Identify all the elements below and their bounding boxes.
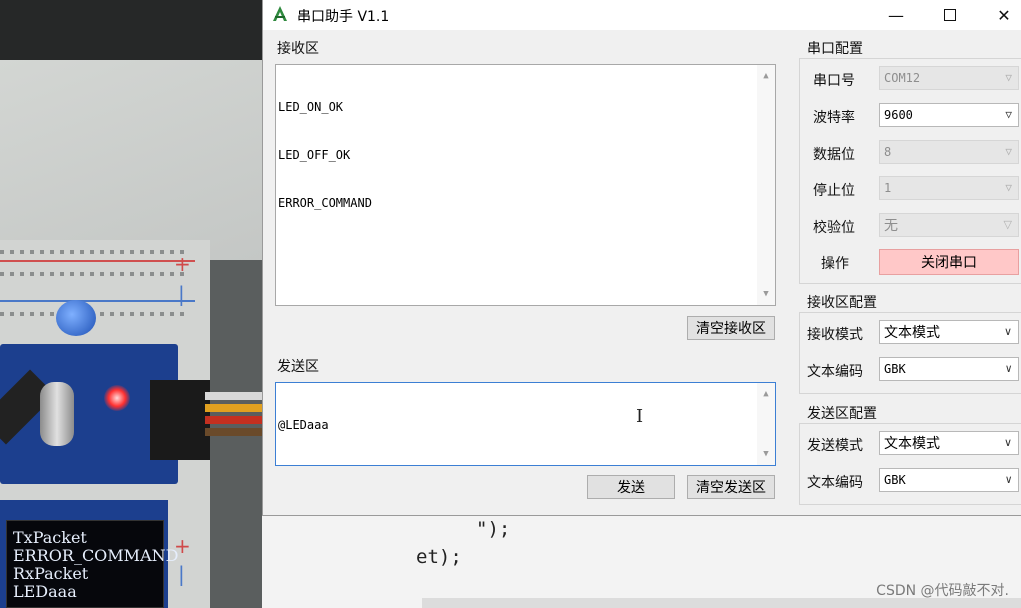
chevron-down-icon: ▽ (1005, 108, 1012, 121)
wire (205, 416, 262, 424)
send-mode-label: 发送模式 (807, 438, 863, 454)
chevron-down-icon: ∨ (1005, 362, 1012, 375)
receive-encoding-label: 文本编码 (807, 364, 863, 380)
parity-select[interactable]: 无 ▽ (879, 213, 1019, 237)
receive-config-label: 接收区配置 (807, 295, 877, 311)
send-mode-select[interactable]: 文本模式 ∨ (879, 431, 1019, 455)
photo-wall (0, 60, 262, 260)
oled-display: TxPacket ERROR_COMMAND RxPacket LEDaaa (6, 520, 179, 608)
clear-receive-button[interactable]: 清空接收区 (687, 316, 775, 340)
plus-mark-icon: + (174, 252, 191, 276)
wire (205, 404, 262, 412)
receive-encoding-select[interactable]: GBK ∨ (879, 357, 1019, 381)
minus-mark-icon: | (178, 562, 185, 586)
baud-select[interactable]: 9600 ▽ (879, 103, 1019, 127)
minimize-icon: — (888, 5, 904, 25)
chevron-down-icon: ▽ (1003, 218, 1012, 231)
serial-assistant-window: 串口助手 V1.1 — ✕ 接收区 LED_ON_OK LED_OFF_OK E… (262, 0, 1021, 516)
breadboard-blue-line (0, 300, 195, 302)
maximize-icon (944, 9, 956, 21)
parity-label: 校验位 (813, 220, 855, 236)
baud-label: 波特率 (813, 110, 855, 126)
receive-line: ERROR_COMMAND (278, 196, 372, 210)
port-value: COM12 (884, 71, 921, 85)
chevron-down-icon: ▽ (1005, 181, 1012, 194)
receive-mode-select[interactable]: 文本模式 ∨ (879, 320, 1019, 344)
databits-value: 8 (884, 145, 892, 159)
baud-value: 9600 (884, 108, 913, 122)
close-button[interactable]: ✕ (981, 0, 1021, 30)
code-line: et); (416, 546, 462, 568)
clear-send-button[interactable]: 清空发送区 (687, 475, 775, 499)
chevron-down-icon[interactable]: ▼ (757, 445, 775, 463)
send-button[interactable]: 发送 (587, 475, 675, 499)
red-led-glow (104, 385, 130, 411)
chevron-up-icon[interactable]: ▲ (757, 67, 775, 85)
chevron-down-icon[interactable]: ▼ (757, 285, 775, 303)
chevron-up-icon[interactable]: ▲ (757, 385, 775, 403)
stopbits-select[interactable]: 1 ▽ (879, 176, 1019, 200)
wire (205, 392, 262, 400)
databits-label: 数据位 (813, 147, 855, 163)
databits-select[interactable]: 8 ▽ (879, 140, 1019, 164)
send-mode-value: 文本模式 (884, 436, 940, 452)
send-encoding-select[interactable]: GBK ∨ (879, 468, 1019, 492)
send-textbox[interactable]: @LEDaaa | ▲ ▼ (275, 382, 776, 466)
oled-line: LEDaaa (13, 582, 77, 601)
chevron-down-icon: ▽ (1005, 71, 1012, 84)
oled-line: TxPacket (13, 528, 87, 547)
stopbits-value: 1 (884, 181, 892, 195)
oled-line: ERROR_COMMAND (13, 546, 179, 565)
blue-led (56, 300, 96, 336)
code-line: "); (476, 518, 511, 540)
title-bar[interactable]: 串口助手 V1.1 — ✕ (263, 0, 1021, 30)
green-a-logo-icon (273, 6, 287, 21)
wire (205, 428, 262, 436)
close-port-button[interactable]: 关闭串口 (879, 249, 1019, 275)
receive-line: LED_ON_OK (278, 100, 344, 114)
maximize-button[interactable] (927, 0, 973, 30)
breadboard-red-line (0, 260, 195, 262)
stopbits-label: 停止位 (813, 183, 855, 199)
window-title: 串口助手 V1.1 (297, 9, 390, 25)
oled-line: RxPacket (13, 564, 89, 583)
receive-textbox[interactable]: LED_ON_OK LED_OFF_OK ERROR_COMMAND ▲ ▼ (275, 64, 776, 306)
receive-line: LED_OFF_OK (278, 148, 351, 162)
ibeam-cursor-icon: I (636, 406, 644, 427)
chevron-down-icon: ∨ (1003, 436, 1012, 449)
background-photo: + | + | TxPacket ERROR_COMMAND RxPacket … (0, 0, 262, 608)
watermark: CSDN @代码敲不对. (876, 583, 1009, 599)
send-scrollbar[interactable]: ▲ ▼ (757, 383, 775, 465)
send-config-label: 发送区配置 (807, 406, 877, 422)
parity-value: 无 (884, 218, 898, 234)
receive-encoding-value: GBK (884, 362, 906, 376)
receive-area-label: 接收区 (277, 41, 319, 57)
close-icon: ✕ (997, 5, 1011, 25)
port-label: 串口号 (813, 73, 855, 89)
chevron-down-icon: ∨ (1003, 325, 1012, 338)
receive-mode-value: 文本模式 (884, 325, 940, 341)
send-encoding-label: 文本编码 (807, 475, 863, 491)
minus-mark-icon: | (178, 282, 185, 306)
send-line: @LEDaaa (278, 418, 329, 432)
text-caret: | (278, 465, 773, 466)
minimize-button[interactable]: — (873, 0, 919, 30)
operation-label: 操作 (821, 256, 849, 272)
crystal-oscillator (40, 382, 74, 446)
receive-scrollbar[interactable]: ▲ ▼ (757, 65, 775, 305)
send-area-label: 发送区 (277, 359, 319, 375)
chevron-down-icon: ▽ (1005, 145, 1012, 158)
wire-connector (150, 380, 210, 460)
send-encoding-value: GBK (884, 473, 906, 487)
serial-config-label: 串口配置 (807, 41, 863, 57)
port-select[interactable]: COM12 ▽ (879, 66, 1019, 90)
receive-mode-label: 接收模式 (807, 327, 863, 343)
breadboard-rail (0, 250, 190, 254)
chevron-down-icon: ∨ (1005, 473, 1012, 486)
breadboard-rail (0, 272, 190, 276)
